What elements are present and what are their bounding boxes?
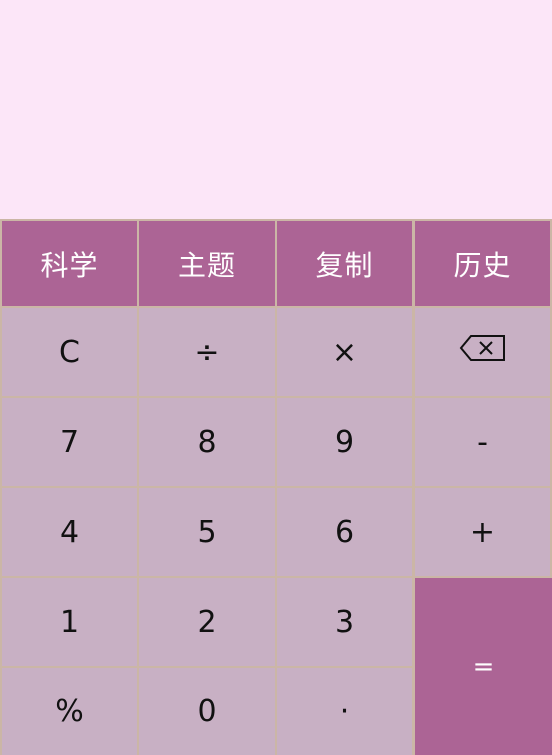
theme-button[interactable]: 主题 <box>139 221 275 306</box>
divide-button[interactable]: ÷ <box>139 308 275 396</box>
digit-6-button[interactable]: 6 <box>277 488 412 576</box>
digit-5-button[interactable]: 5 <box>139 488 275 576</box>
minus-button[interactable]: - <box>415 398 550 486</box>
digit-9-button[interactable]: 9 <box>277 398 412 486</box>
digit-1-button[interactable]: 1 <box>2 578 137 666</box>
backspace-icon <box>459 334 507 370</box>
clear-button[interactable]: C <box>2 308 137 396</box>
percent-button[interactable]: % <box>2 668 137 755</box>
plus-button[interactable]: + <box>415 488 550 576</box>
digit-0-button[interactable]: 0 <box>139 668 275 755</box>
keypad: 科学 主题 复制 历史 C ÷ × 7 8 9 - 4 5 6 + 1 2 3 … <box>0 219 552 755</box>
decimal-point-button[interactable]: · <box>277 668 412 755</box>
digit-8-button[interactable]: 8 <box>139 398 275 486</box>
equals-button[interactable]: = <box>415 578 552 755</box>
copy-button[interactable]: 复制 <box>277 221 412 306</box>
digit-7-button[interactable]: 7 <box>2 398 137 486</box>
digit-3-button[interactable]: 3 <box>277 578 412 666</box>
science-button[interactable]: 科学 <box>2 221 137 306</box>
multiply-button[interactable]: × <box>277 308 412 396</box>
display-area <box>0 0 552 219</box>
history-button[interactable]: 历史 <box>415 221 550 306</box>
digit-2-button[interactable]: 2 <box>139 578 275 666</box>
backspace-button[interactable] <box>415 308 550 396</box>
digit-4-button[interactable]: 4 <box>2 488 137 576</box>
